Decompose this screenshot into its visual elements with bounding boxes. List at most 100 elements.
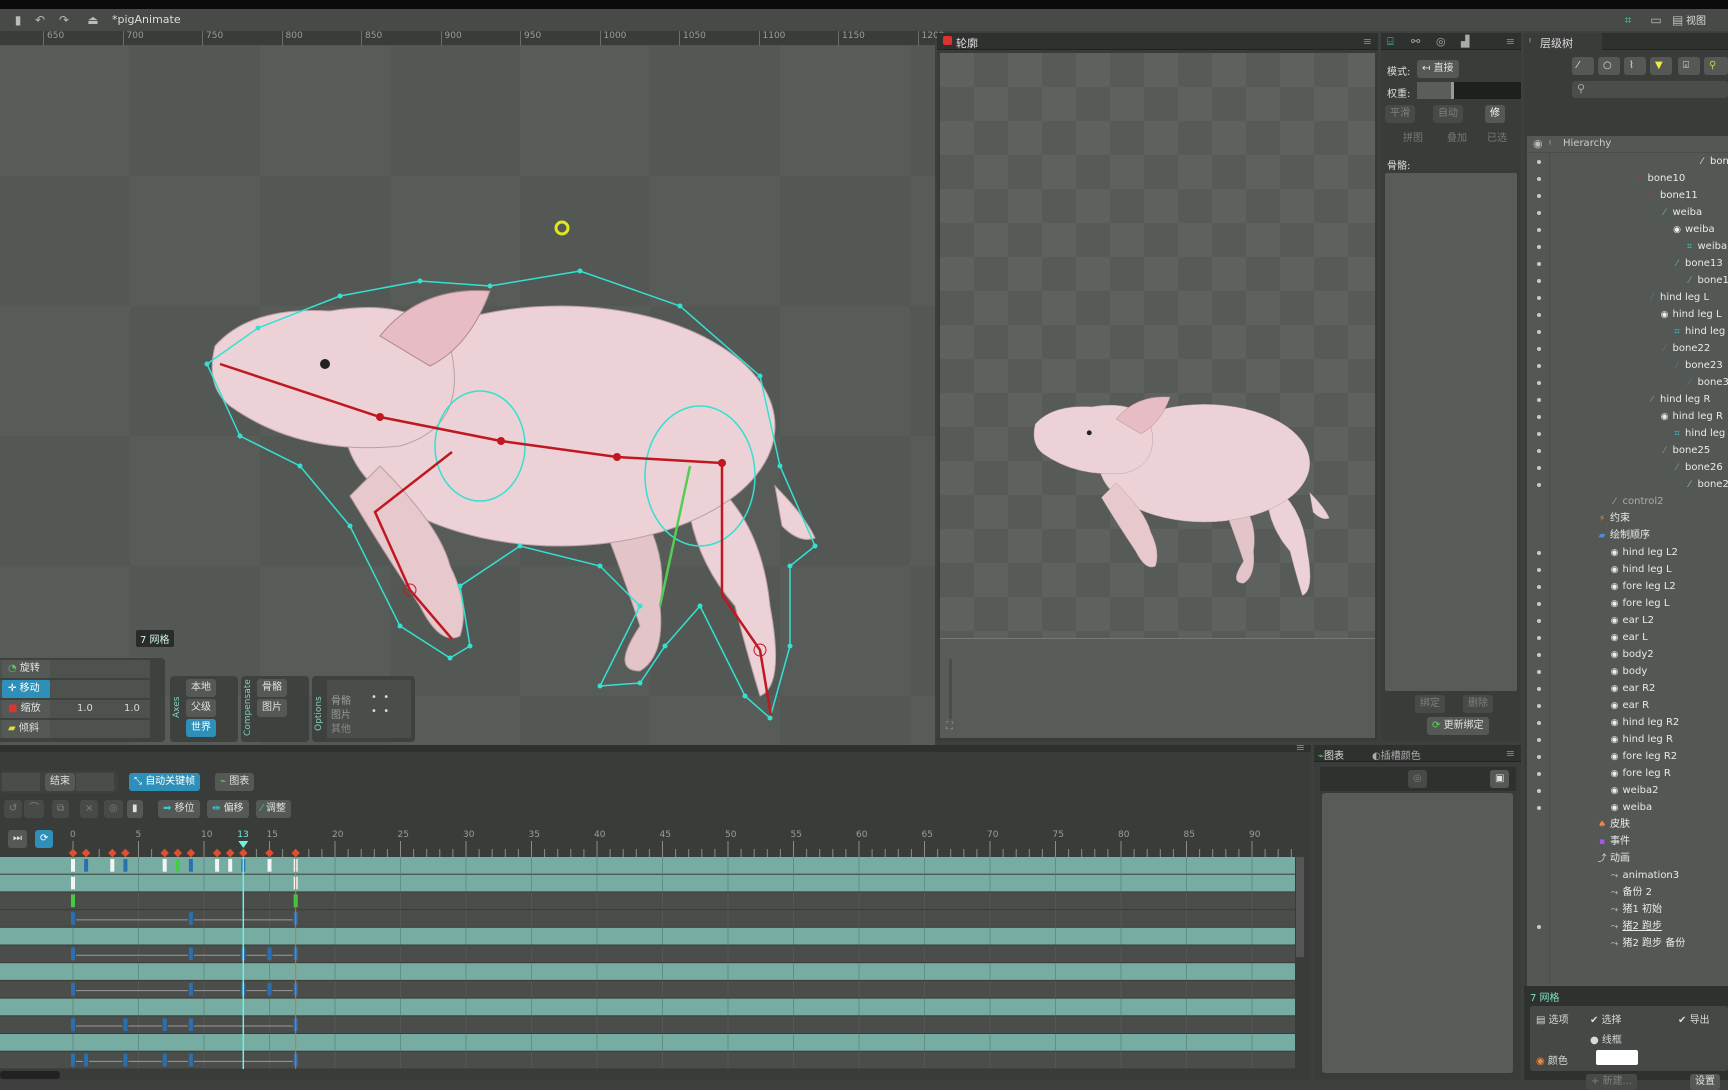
filter-constraints-icon[interactable]: ▼ [1650, 57, 1672, 75]
tree-item[interactable]: ⤳猪2 跑步 备份 [1610, 935, 1728, 952]
panel-menu-icon[interactable]: ≡ [1296, 741, 1305, 754]
tree-item[interactable]: ◉hind leg L [1610, 561, 1728, 578]
filter-find-icon[interactable]: ⚲ [1704, 57, 1728, 75]
visibility-dot[interactable] [1537, 313, 1541, 317]
tree-item[interactable]: ◉fore leg R2 [1610, 748, 1728, 765]
visibility-dot[interactable] [1537, 381, 1541, 385]
window-icon[interactable]: ▭ [1648, 12, 1664, 28]
outline-preview[interactable] [940, 53, 1375, 638]
hierarchy-search-input[interactable]: ⚲ [1572, 81, 1728, 98]
mode-dropdown[interactable]: ↤ 直接 [1417, 60, 1459, 78]
tree-item[interactable]: ⁄bone10 [1635, 170, 1728, 187]
export-icon[interactable]: ⏏ [85, 12, 101, 28]
tree-item[interactable]: ◉hind leg R [1660, 408, 1728, 425]
tree-item[interactable]: ◉fore leg R [1610, 765, 1728, 782]
rotate-button[interactable]: ◔ 旋转 [2, 660, 50, 678]
auto-button[interactable]: 自动 [1433, 105, 1463, 123]
visibility-dot[interactable] [1537, 228, 1541, 232]
color-swatch[interactable] [1596, 1050, 1638, 1065]
editor-viewport[interactable]: 7 网格 ◔ 旋转 ✛ 移动 ■ 缩放 1.0 1.0 ▰ 倾斜 Axes 本地… [0, 46, 935, 745]
bones-list[interactable] [1385, 173, 1517, 691]
visibility-dot[interactable] [1537, 585, 1541, 589]
modify-button[interactable]: 修 [1485, 105, 1505, 123]
visibility-dot[interactable] [1537, 602, 1541, 606]
tree-item[interactable]: ◉ear L2 [1610, 612, 1728, 629]
zoom-slider[interactable] [949, 659, 952, 719]
view-menu[interactable]: 视图 [1686, 12, 1706, 27]
options-images-toggles[interactable]: • • [371, 706, 389, 717]
graph-canvas[interactable] [1322, 793, 1513, 1073]
tree-item[interactable]: ⤴动画 [1597, 850, 1728, 867]
tree-item[interactable]: ⁄bone23 [1672, 357, 1728, 374]
save-icon[interactable]: ▮ [10, 12, 26, 28]
new-button[interactable]: + 新建... [1586, 1074, 1637, 1090]
visibility-dot[interactable] [1537, 262, 1541, 266]
tree-item[interactable]: ⁄bone11 [1647, 187, 1728, 204]
tree-item[interactable]: ◉fore leg L2 [1610, 578, 1728, 595]
visibility-dot[interactable] [1537, 551, 1541, 555]
hierarchy-tree[interactable]: ◉ ᵎ Hierarchy ⁄bone⁄bone10⁄bone11⁄weiba◉… [1527, 136, 1728, 986]
tree-item[interactable]: ⁄bone26 [1672, 459, 1728, 476]
shear-button[interactable]: ▰ 倾斜 [2, 720, 50, 738]
tree-item[interactable]: ⁄bone30 [1685, 374, 1728, 391]
visibility-dot[interactable] [1537, 925, 1541, 929]
tree-item[interactable]: ⌗hind leg L [1672, 323, 1728, 340]
filter-slots-icon[interactable]: ○ [1598, 57, 1620, 75]
tree-item[interactable]: ⁄bone [1697, 153, 1728, 170]
visibility-dot[interactable] [1537, 755, 1541, 759]
tree-item[interactable]: ⁄hind leg R [1647, 391, 1728, 408]
compensate-bones-button[interactable]: 骨骼 [257, 679, 287, 697]
delete-button[interactable]: 删除 [1463, 695, 1493, 713]
overlay-toggle[interactable]: 叠加 [1447, 129, 1467, 144]
visibility-dot[interactable] [1537, 721, 1541, 725]
tree-item[interactable]: ⁄weiba [1660, 204, 1728, 221]
view-icon[interactable]: ▤ [1672, 12, 1682, 28]
slot-color-tab[interactable]: ◐插槽颜色 [1372, 747, 1421, 762]
export-checkbox[interactable]: ✔ 导出 [1678, 1011, 1710, 1026]
shift-button[interactable]: ➡ 移位 [158, 800, 200, 818]
update-bind-button[interactable]: ⟳ 更新绑定 [1427, 717, 1489, 735]
timeline-scrollbar[interactable] [1296, 857, 1304, 957]
end-field[interactable] [76, 773, 114, 791]
puzzle-toggle[interactable]: 拼图 [1403, 129, 1423, 144]
loop-key-icon[interactable]: ↺ [4, 800, 22, 818]
tree-item[interactable]: ⁄bone14 [1685, 272, 1728, 289]
paste-icon[interactable]: ▮ [127, 800, 143, 818]
graph-fit-icon[interactable]: ▣ [1490, 770, 1509, 788]
visibility-dot[interactable] [1537, 466, 1541, 470]
visibility-dot[interactable] [1537, 568, 1541, 572]
tree-item[interactable]: ◉body2 [1610, 646, 1728, 663]
visibility-dot[interactable] [1537, 194, 1541, 198]
visibility-dot[interactable] [1537, 772, 1541, 776]
start-field[interactable] [2, 773, 40, 791]
visibility-dot[interactable] [1537, 398, 1541, 402]
filter-expand-icon[interactable]: ⌻ [1678, 57, 1700, 75]
visibility-dot[interactable] [1537, 636, 1541, 640]
visibility-dot[interactable] [1537, 279, 1541, 283]
tree-item[interactable]: ◉hind leg L2 [1610, 544, 1728, 561]
panel-menu-icon[interactable]: ≡ [1363, 35, 1372, 48]
link-tab-icon[interactable]: ⚯ [1411, 35, 1420, 48]
axes-local-button[interactable]: 本地 [186, 679, 216, 697]
graph-tab[interactable]: ⌁图表 [1318, 747, 1344, 762]
autokey-button[interactable]: ⤡ 自动关键帧 [129, 773, 200, 791]
stop-icon[interactable]: ◎ [104, 800, 123, 818]
tree-item[interactable]: ▰绘制顺序 [1597, 527, 1728, 544]
graph-button[interactable]: ⌁ 图表 [215, 773, 254, 791]
weight-slider[interactable] [1417, 82, 1521, 99]
tree-item[interactable]: ◉ear R2 [1610, 680, 1728, 697]
visibility-dot[interactable] [1537, 670, 1541, 674]
panel-menu-icon[interactable]: ≡ [1506, 35, 1515, 48]
tree-item[interactable]: ♠皮肤 [1597, 816, 1728, 833]
graph-reset-icon[interactable]: ◎ [1408, 770, 1427, 788]
compensate-images-button[interactable]: 图片 [257, 699, 287, 717]
translate-button[interactable]: ✛ 移动 [2, 680, 50, 698]
visibility-dot[interactable] [1537, 177, 1541, 181]
axes-parent-button[interactable]: 父级 [186, 699, 216, 717]
tree-item[interactable]: ◉hind leg L [1660, 306, 1728, 323]
selected-toggle[interactable]: 已选 [1487, 129, 1507, 144]
adjust-button[interactable]: ⁄ 调整 [256, 800, 291, 818]
tree-item[interactable]: ⤳备份 2 [1610, 884, 1728, 901]
tree-item[interactable]: ⌗weiba [1685, 238, 1728, 255]
visibility-dot[interactable] [1537, 160, 1541, 164]
